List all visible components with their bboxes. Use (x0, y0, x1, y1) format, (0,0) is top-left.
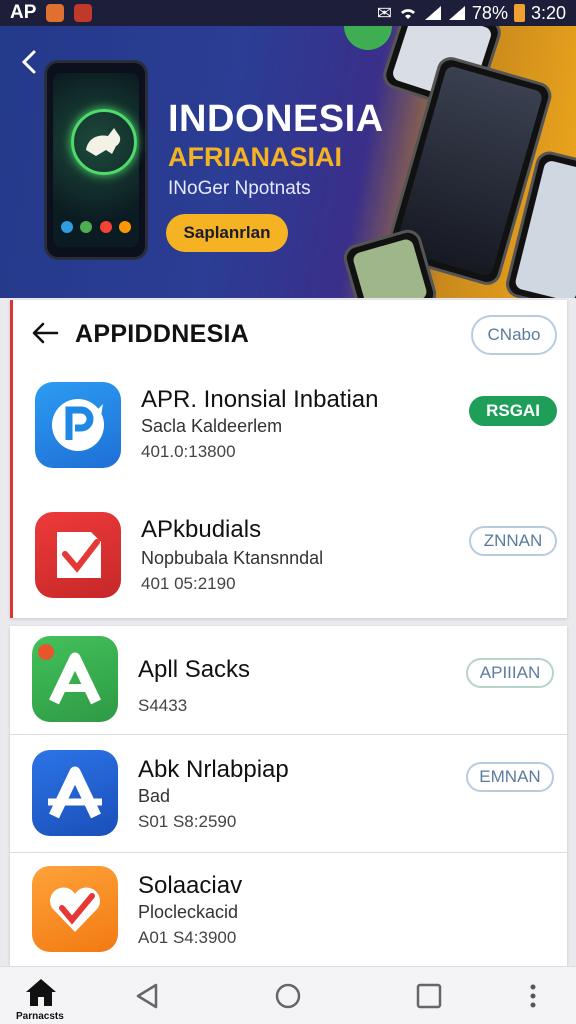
app-list-card: APPIDDNESIA CNabo APR. Inonsial Inbatian… (10, 300, 567, 618)
install-button[interactable]: RSGAI (469, 396, 557, 426)
back-triangle-icon (136, 983, 158, 1009)
home-nav-label: Parnacsts (16, 1011, 64, 1022)
back-nav-button[interactable] (130, 979, 164, 1013)
status-app-label: AP (10, 2, 37, 23)
square-icon (416, 983, 442, 1009)
banner-cta-button[interactable]: Saplanrlan (166, 214, 288, 252)
app-name: Apll Sacks (138, 656, 251, 683)
app-subtitle: Sacla Kaldeerlem (141, 416, 283, 436)
menu-nav-button[interactable] (516, 979, 550, 1013)
divider (10, 734, 567, 735)
install-button[interactable]: ZNNAN (469, 526, 557, 556)
mascot-badge-icon (71, 109, 137, 175)
app-notification-icon (46, 4, 65, 22)
status-bar: AP ✉ 78% 3:20 (0, 0, 576, 26)
list-item[interactable]: APkbudials Nopbubala Ktansnndal 401 05:2… (13, 506, 567, 616)
app-list-card-2: Apll Sacks S4433 APIIIAN Abk Nrlabpiap B… (10, 626, 567, 966)
battery-percent: 78% (471, 2, 508, 23)
decor-green-shape (344, 26, 392, 50)
app-meta: S01 S8:2590 (138, 812, 237, 831)
phone-illustration (44, 60, 148, 260)
clock: 3:20 (530, 2, 566, 23)
list-item[interactable]: Abk Nrlabpiap Bad S01 S8:2590 EMNAN (10, 746, 567, 856)
list-title: APPIDDNESIA (75, 320, 250, 348)
heart-check-icon (32, 866, 118, 952)
list-header: APPIDDNESIA CNabo (13, 300, 567, 366)
a-arrow-icon (32, 750, 118, 836)
divider (10, 852, 567, 853)
signal-icon-2 (448, 6, 465, 20)
a-letter-icon (32, 636, 118, 722)
home-circle-button[interactable] (271, 979, 305, 1013)
banner-tagline: INoGer Npotnats (168, 178, 311, 199)
battery-icon (513, 4, 525, 22)
bottom-nav-bar: Parnacsts (0, 966, 576, 1024)
more-vertical-icon (530, 984, 536, 1008)
circle-icon (275, 983, 301, 1009)
app-name: Solaaciav (138, 872, 243, 899)
app-subtitle: Bad (138, 786, 171, 806)
app-subtitle: Plocleckacid (138, 902, 239, 922)
list-item[interactable]: Apll Sacks S4433 APIIIAN (10, 634, 567, 738)
install-button[interactable]: APIIIAN (466, 658, 554, 688)
list-item[interactable]: Solaaciav Plocleckacid A01 S4:3900 (10, 862, 567, 966)
list-item[interactable]: APR. Inonsial Inbatian Sacla Kaldeerlem … (13, 376, 567, 486)
app-name: APR. Inonsial Inbatian (141, 386, 379, 413)
app-notification-icon-2 (74, 4, 93, 22)
banner-title: INDONESIA (168, 98, 384, 140)
app-subtitle: Nopbubala Ktansnndal (141, 548, 324, 568)
back-arrow-icon[interactable] (31, 320, 59, 346)
app-meta: 401 05:2190 (141, 574, 236, 593)
app-meta: S4433 (138, 696, 188, 715)
signal-icon (424, 6, 441, 20)
home-nav-button[interactable] (24, 975, 58, 1009)
back-chevron-icon[interactable] (16, 48, 44, 76)
recents-nav-button[interactable] (412, 979, 446, 1013)
app-meta: 401.0:13800 (141, 442, 236, 461)
app-name: APkbudials (141, 516, 262, 543)
home-icon (26, 979, 56, 1006)
wifi-icon (400, 9, 415, 19)
p-badge-icon (35, 382, 121, 468)
banner-subtitle: AFRIANASIAI (168, 142, 342, 172)
checkmark-doc-icon (35, 512, 121, 598)
app-name: Abk Nrlabpiap (138, 756, 289, 783)
mail-icon: ✉ (376, 2, 392, 23)
header-action-button[interactable]: CNabo (471, 315, 557, 355)
promo-banner[interactable]: INDONESIA AFRIANASIAI INoGer Npotnats Sa… (0, 26, 576, 298)
app-meta: A01 S4:3900 (138, 928, 237, 947)
install-button[interactable]: EMNAN (466, 762, 554, 792)
